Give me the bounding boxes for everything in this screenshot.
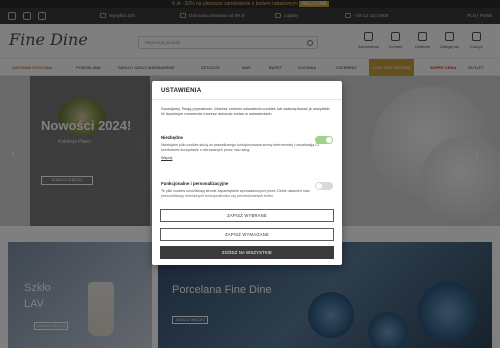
section-necessary-desc: Niezbędne pliki cookies służą do prawidł…	[161, 143, 319, 152]
scroll-fade	[152, 195, 342, 205]
accept-all-button[interactable]: ZGÓDŹ NA WSZYSTKIE	[160, 246, 334, 259]
save-required-button[interactable]: ZAPISZ WYMAGANE	[160, 228, 334, 241]
cookie-section-necessary: Niezbędne Niezbędne pliki cookies służą …	[161, 135, 333, 160]
save-selected-button[interactable]: ZAPISZ WYBRANE	[160, 209, 334, 222]
section-necessary-more-link[interactable]: Więcej	[161, 156, 333, 160]
toggle-functional[interactable]	[315, 182, 333, 190]
modal-title: USTAWIENIA	[161, 87, 202, 94]
section-necessary-name: Niezbędne	[161, 135, 183, 140]
cookie-settings-modal: USTAWIENIA Szanujemy Twoją prywatność. M…	[152, 81, 342, 265]
toggle-knob	[326, 137, 332, 143]
toggle-knob	[316, 183, 322, 189]
modal-intro: Szanujemy Twoją prywatność. Możesz zmien…	[161, 106, 331, 117]
section-functional-name: Funkcjonalne i personalizacyjne	[161, 181, 229, 186]
toggle-necessary[interactable]	[315, 136, 333, 144]
modal-divider	[152, 99, 342, 100]
